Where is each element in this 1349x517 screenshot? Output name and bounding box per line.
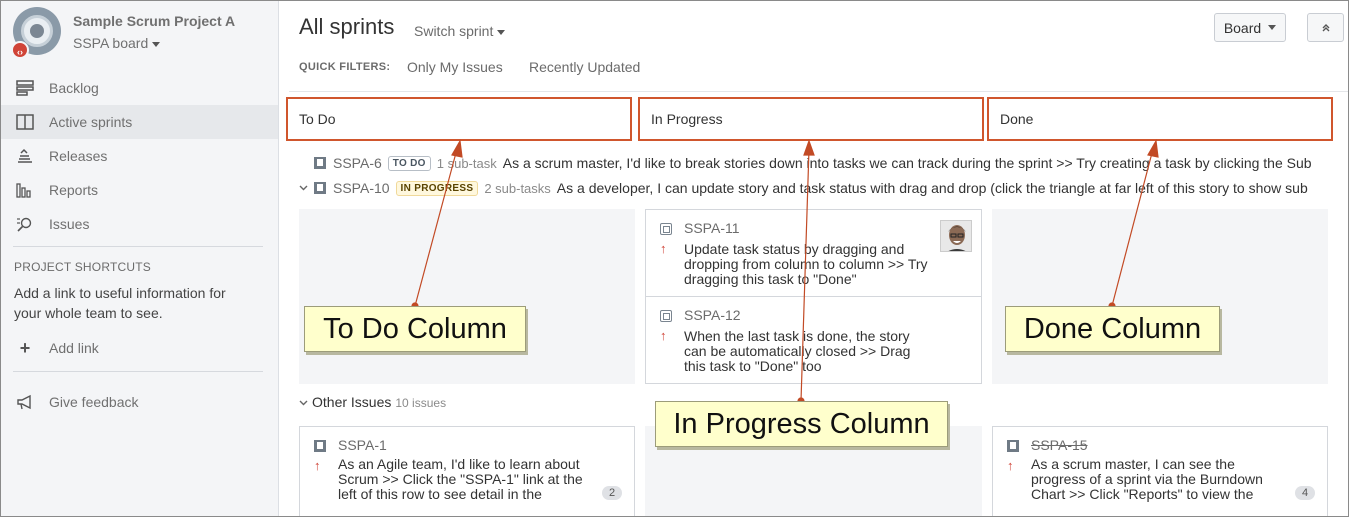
give-feedback-button[interactable]: Give feedback xyxy=(1,385,278,419)
subtask-count: 2 sub-tasks xyxy=(484,180,551,196)
sidebar-item-label: Releases xyxy=(49,148,108,164)
add-link-label: Add link xyxy=(49,340,99,356)
story-icon xyxy=(1007,440,1019,452)
card-key[interactable]: SSPA-12 xyxy=(684,307,741,323)
collapse-header-button[interactable] xyxy=(1307,13,1344,42)
issue-key[interactable]: SSPA-10 xyxy=(333,180,390,196)
swimlane-sspa-6[interactable]: SSPA-6 TO DO 1 sub-task As a scrum maste… xyxy=(299,152,1319,174)
issue-key[interactable]: SSPA-6 xyxy=(333,155,382,171)
card-sspa-11[interactable]: SSPA-11 ↑ Update task status by dragging… xyxy=(645,209,982,297)
subtask-count-badge: 4 xyxy=(1295,486,1315,500)
sidebar-item-label: Issues xyxy=(49,216,90,232)
board-button-label: Board xyxy=(1223,19,1262,36)
issue-summary: As a developer, I can update story and t… xyxy=(556,180,1308,196)
board-screenshot: ‹› Sample Scrum Project A SSPA board Bac… xyxy=(0,0,1349,517)
sidebar-divider xyxy=(13,371,263,372)
story-icon xyxy=(314,157,326,169)
column-header-todo: To Do xyxy=(286,97,632,141)
status-badge: TO DO xyxy=(387,155,431,171)
issue-summary: As a scrum master, I'd like to break sto… xyxy=(502,155,1312,171)
card-sspa-1[interactable]: SSPA-1 ↑ As an Agile team, I'd like to l… xyxy=(299,426,635,516)
column-todo-cell xyxy=(299,209,635,384)
board-selector[interactable]: SSPA board xyxy=(73,35,161,51)
issues-icon xyxy=(15,215,35,233)
chevron-down-icon[interactable] xyxy=(299,183,308,194)
sidebar: ‹› Sample Scrum Project A SSPA board Bac… xyxy=(1,1,279,516)
callout-done-column: Done Column xyxy=(1005,306,1220,352)
issue-count: 10 issues xyxy=(395,396,447,410)
swimlane-sspa-10[interactable]: SSPA-10 IN PROGRESS 2 sub-tasks As a dev… xyxy=(299,177,1319,199)
backlog-icon xyxy=(15,79,35,97)
card-key[interactable]: SSPA-1 xyxy=(338,437,387,453)
quick-filter-recently-updated[interactable]: Recently Updated xyxy=(529,59,640,75)
subtask-count-badge: 2 xyxy=(602,486,622,500)
sidebar-item-reports[interactable]: Reports xyxy=(1,173,278,207)
switch-sprint-dropdown[interactable]: Switch sprint xyxy=(414,23,506,39)
priority-major-icon: ↑ xyxy=(660,241,667,256)
sidebar-divider xyxy=(13,246,263,247)
priority-major-icon: ↑ xyxy=(660,328,667,343)
collapse-up-icon xyxy=(1322,23,1329,31)
project-shortcuts-text: Add a link to useful information for you… xyxy=(14,285,226,321)
sidebar-item-label: Backlog xyxy=(49,80,99,96)
sidebar-item-issues[interactable]: Issues xyxy=(1,207,278,241)
card-summary: Update task status by dragging and dropp… xyxy=(684,241,928,287)
chevron-down-icon xyxy=(152,41,161,47)
sidebar-item-label: Active sprints xyxy=(49,114,133,130)
releases-icon xyxy=(15,147,35,165)
header-divider xyxy=(289,91,1348,92)
column-header-in-progress: In Progress xyxy=(638,97,984,141)
callout-in-progress-column: In Progress Column xyxy=(655,401,948,447)
add-link-button[interactable]: + Add link xyxy=(1,331,278,365)
sidebar-item-backlog[interactable]: Backlog xyxy=(1,71,278,105)
story-icon xyxy=(314,182,326,194)
project-name[interactable]: Sample Scrum Project A xyxy=(73,13,235,29)
story-icon xyxy=(314,440,326,452)
sidebar-item-active-sprints[interactable]: Active sprints xyxy=(1,105,278,139)
plus-icon: + xyxy=(19,337,31,358)
card-summary: When the last task is done, the story ca… xyxy=(684,328,911,374)
column-header-done: Done xyxy=(987,97,1333,141)
board-name: SSPA board xyxy=(73,35,149,51)
chevron-down-icon xyxy=(1268,25,1277,30)
chevron-down-icon[interactable] xyxy=(299,400,308,406)
callout-todo-column: To Do Column xyxy=(304,306,526,352)
avatar[interactable] xyxy=(940,220,972,252)
active-sprints-icon xyxy=(15,113,35,131)
sidebar-item-releases[interactable]: Releases xyxy=(1,139,278,173)
reports-icon xyxy=(15,181,35,199)
project-shortcuts-heading: PROJECT SHORTCUTS xyxy=(14,260,151,274)
priority-major-icon: ↑ xyxy=(1007,458,1014,473)
card-key[interactable]: SSPA-15 xyxy=(1031,437,1088,453)
page-title: All sprints xyxy=(299,14,395,39)
sidebar-item-label: Reports xyxy=(49,182,99,198)
column-done-cell xyxy=(992,209,1328,384)
project-type-badge: ‹› xyxy=(11,41,29,59)
quick-filter-only-my-issues[interactable]: Only My Issues xyxy=(407,59,503,75)
chevron-down-icon xyxy=(497,29,506,35)
card-sspa-12[interactable]: SSPA-12 ↑ When the last task is done, th… xyxy=(645,296,982,384)
swimlane-label: Other Issues xyxy=(312,394,392,410)
card-key[interactable]: SSPA-11 xyxy=(684,220,740,236)
swimlane-other-issues[interactable]: Other Issues 10 issues xyxy=(299,394,446,410)
subtask-icon xyxy=(660,310,672,322)
card-summary: As a scrum master, I can see the progres… xyxy=(1031,456,1263,502)
status-badge: IN PROGRESS xyxy=(395,180,479,196)
quick-filters-label: QUICK FILTERS: xyxy=(299,61,391,73)
give-feedback-label: Give feedback xyxy=(49,394,139,410)
subtask-count: 1 sub-task xyxy=(436,155,497,171)
priority-major-icon: ↑ xyxy=(314,458,321,473)
switch-sprint-label: Switch sprint xyxy=(414,23,494,39)
card-summary: As an Agile team, I'd like to learn abou… xyxy=(338,456,583,502)
card-sspa-15[interactable]: SSPA-15 ↑ As a scrum master, I can see t… xyxy=(992,426,1328,516)
subtask-icon xyxy=(660,223,672,235)
megaphone-icon xyxy=(15,393,35,411)
board-button[interactable]: Board xyxy=(1214,13,1286,42)
